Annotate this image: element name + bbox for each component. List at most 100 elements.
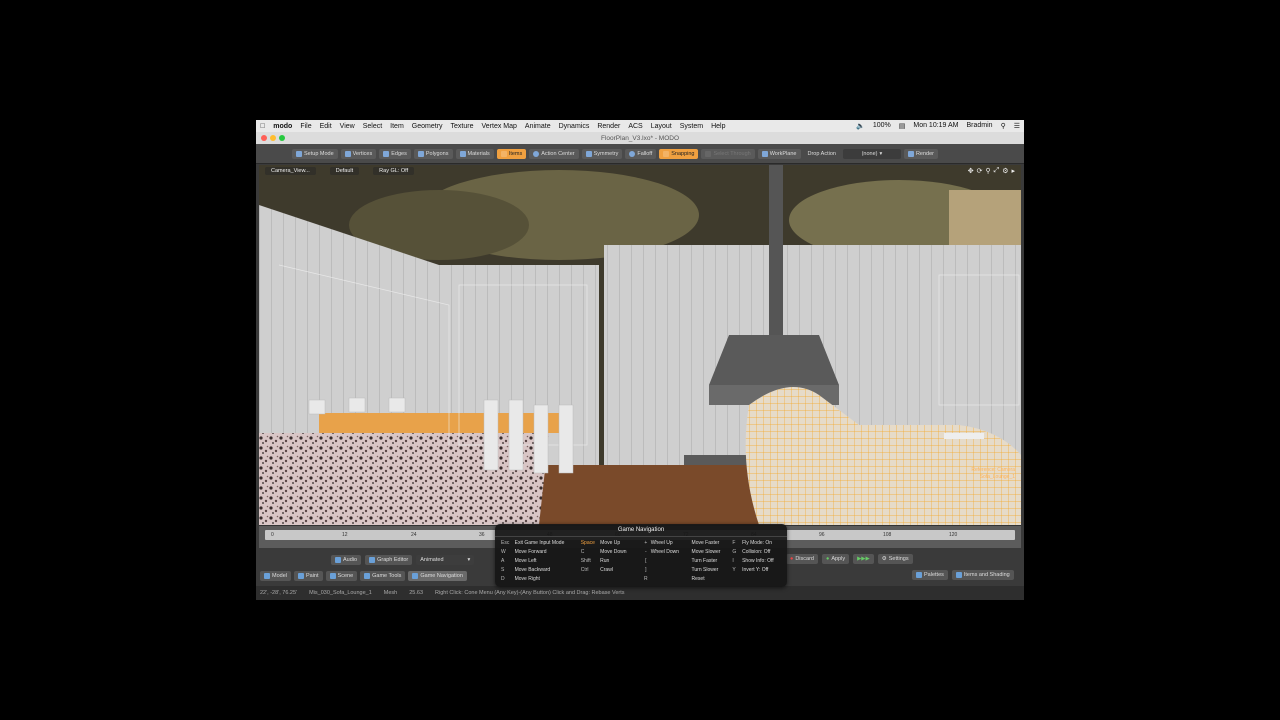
notification-center-icon[interactable]: ☰ bbox=[1014, 122, 1020, 130]
symmetry-icon bbox=[585, 150, 592, 157]
menu-dynamics[interactable]: Dynamics bbox=[559, 123, 590, 130]
menu-geometry[interactable]: Geometry bbox=[412, 123, 443, 130]
items-shading-button[interactable]: Items and Shading bbox=[951, 570, 1014, 580]
setup-mode-label: Setup Mode bbox=[304, 150, 334, 157]
maximize-view-icon[interactable]: ⤢ bbox=[994, 167, 1000, 175]
tab-game-navigation[interactable]: Game Navigation bbox=[408, 571, 467, 581]
discard-button[interactable]: ● Discard bbox=[786, 554, 818, 564]
workplane-icon bbox=[761, 150, 768, 157]
tick-0: 0 bbox=[271, 532, 274, 538]
key: A bbox=[501, 557, 505, 564]
menu-acs[interactable]: ACS bbox=[628, 123, 642, 130]
close-window-button[interactable] bbox=[261, 135, 267, 141]
polygons-button[interactable]: Polygons bbox=[413, 148, 453, 159]
game-tools-icon bbox=[364, 573, 371, 579]
action: Run bbox=[600, 557, 610, 564]
items-shading-icon bbox=[955, 572, 962, 578]
tab-paint[interactable]: Paint bbox=[293, 571, 323, 581]
materials-button[interactable]: Materials bbox=[455, 148, 494, 159]
animated-dropdown[interactable]: Animated ▾ bbox=[416, 555, 475, 565]
vertices-label: Vertices bbox=[352, 150, 373, 157]
menu-select[interactable]: Select bbox=[363, 123, 382, 130]
tab-model[interactable]: Model bbox=[260, 571, 291, 581]
palettes-icon bbox=[916, 572, 922, 578]
select-through-button[interactable]: Select Through bbox=[701, 148, 755, 159]
menu-item[interactable]: Item bbox=[390, 123, 404, 130]
palettes-button[interactable]: Palettes bbox=[912, 570, 948, 580]
graph-editor-button[interactable]: Graph Editor bbox=[365, 555, 413, 565]
popup-title: Game Navigation bbox=[495, 524, 787, 537]
action: Wheel Up bbox=[650, 539, 673, 546]
tick-12: 12 bbox=[342, 532, 348, 538]
spotlight-search-icon[interactable]: ⚲ bbox=[1001, 122, 1006, 130]
apple-icon[interactable]:  bbox=[260, 123, 265, 130]
key: S bbox=[501, 566, 505, 573]
minimize-window-button[interactable] bbox=[270, 135, 276, 141]
edges-button[interactable]: Edges bbox=[379, 148, 411, 159]
menu-edit[interactable]: Edit bbox=[320, 123, 332, 130]
chevron-down-icon: ▾ bbox=[879, 150, 883, 157]
menu-system[interactable]: System bbox=[680, 123, 703, 130]
tab-game-tools[interactable]: Game Tools bbox=[360, 571, 406, 581]
items-button[interactable]: Items bbox=[496, 148, 527, 159]
action-center-button[interactable]: Action Center bbox=[529, 148, 579, 159]
materials-icon bbox=[459, 150, 466, 157]
viewport-menu-icon[interactable]: ▸ bbox=[1011, 167, 1015, 175]
render-button[interactable]: Render bbox=[903, 148, 938, 159]
menu-view[interactable]: View bbox=[340, 123, 355, 130]
menu-file[interactable]: File bbox=[300, 123, 311, 130]
menu-render[interactable]: Render bbox=[597, 123, 620, 130]
graph-editor-label: Graph Editor bbox=[377, 557, 409, 563]
model-icon bbox=[264, 573, 270, 579]
key: Ctrl bbox=[580, 566, 589, 573]
setup-mode-button[interactable]: Setup Mode bbox=[292, 148, 338, 159]
calendar-icon[interactable]: ▤ bbox=[899, 122, 906, 130]
status-type: Mesh bbox=[383, 590, 398, 596]
vertices-button[interactable]: Vertices bbox=[340, 148, 377, 159]
shading-dropdown[interactable]: Default bbox=[329, 166, 360, 175]
menu-texture[interactable]: Texture bbox=[451, 123, 474, 130]
raygl-toggle[interactable]: Ray GL: Off bbox=[373, 166, 415, 175]
volume-icon[interactable]: 🔈 bbox=[856, 122, 865, 130]
battery-label[interactable]: 100% bbox=[873, 122, 891, 130]
vertices-icon bbox=[344, 150, 351, 157]
action: Invert Y: Off bbox=[742, 566, 769, 573]
action: Move Slower bbox=[691, 548, 721, 555]
falloff-icon bbox=[629, 150, 636, 157]
menu-vertex-map[interactable]: Vertex Map bbox=[482, 123, 517, 130]
drop-action-select[interactable]: (none) ▾ bbox=[842, 148, 901, 159]
menu-app-name[interactable]: modo bbox=[273, 123, 292, 130]
playback-controls[interactable]: ▶▶▶ bbox=[853, 554, 874, 564]
action: Move Forward bbox=[514, 548, 547, 555]
menu-help[interactable]: Help bbox=[711, 123, 725, 130]
user-name[interactable]: Bradmin bbox=[967, 122, 993, 130]
move-view-icon[interactable]: ✥ bbox=[968, 167, 974, 175]
menu-layout[interactable]: Layout bbox=[651, 123, 672, 130]
zoom-window-button[interactable] bbox=[279, 135, 285, 141]
game-navigation-popup: Game Navigation Esc Exit Game Input Mode … bbox=[495, 524, 787, 587]
viewport-options-icon[interactable]: ⚙ bbox=[1002, 167, 1008, 175]
window-title: FloorPlan_V3.lxo* - MODO bbox=[600, 134, 680, 142]
clock[interactable]: Mon 10:19 AM bbox=[913, 122, 958, 130]
settings-button[interactable]: ⚙ Settings bbox=[877, 554, 913, 564]
tab-scene[interactable]: Scene bbox=[325, 571, 358, 581]
audio-button[interactable]: Audio bbox=[331, 555, 362, 565]
camera-view-dropdown[interactable]: Camera_View... bbox=[265, 166, 316, 175]
snapping-button[interactable]: Snapping bbox=[659, 148, 699, 159]
apply-button[interactable]: ● Apply bbox=[821, 554, 850, 564]
rotate-view-icon[interactable]: ⟳ bbox=[977, 167, 983, 175]
overlay-reference: Reference: Camera bbox=[971, 467, 1015, 473]
workplane-button[interactable]: WorkPlane bbox=[757, 148, 801, 159]
edges-label: Edges bbox=[391, 150, 407, 157]
falloff-label: Falloff bbox=[637, 150, 653, 157]
falloff-button[interactable]: Falloff bbox=[625, 148, 657, 159]
3d-viewport[interactable]: Camera_View... Default Ray GL: Off ✥ ⟳ ⚲… bbox=[259, 165, 1021, 525]
palettes-label: Palettes bbox=[924, 572, 944, 578]
zoom-view-icon[interactable]: ⚲ bbox=[985, 167, 990, 175]
menu-animate[interactable]: Animate bbox=[525, 123, 551, 130]
action: Move Left bbox=[514, 557, 537, 564]
scene-render bbox=[259, 165, 1021, 525]
settings-label: Settings bbox=[888, 556, 909, 562]
symmetry-button[interactable]: Symmetry bbox=[581, 148, 623, 159]
viewport-header: Camera_View... Default Ray GL: Off bbox=[259, 165, 1021, 176]
